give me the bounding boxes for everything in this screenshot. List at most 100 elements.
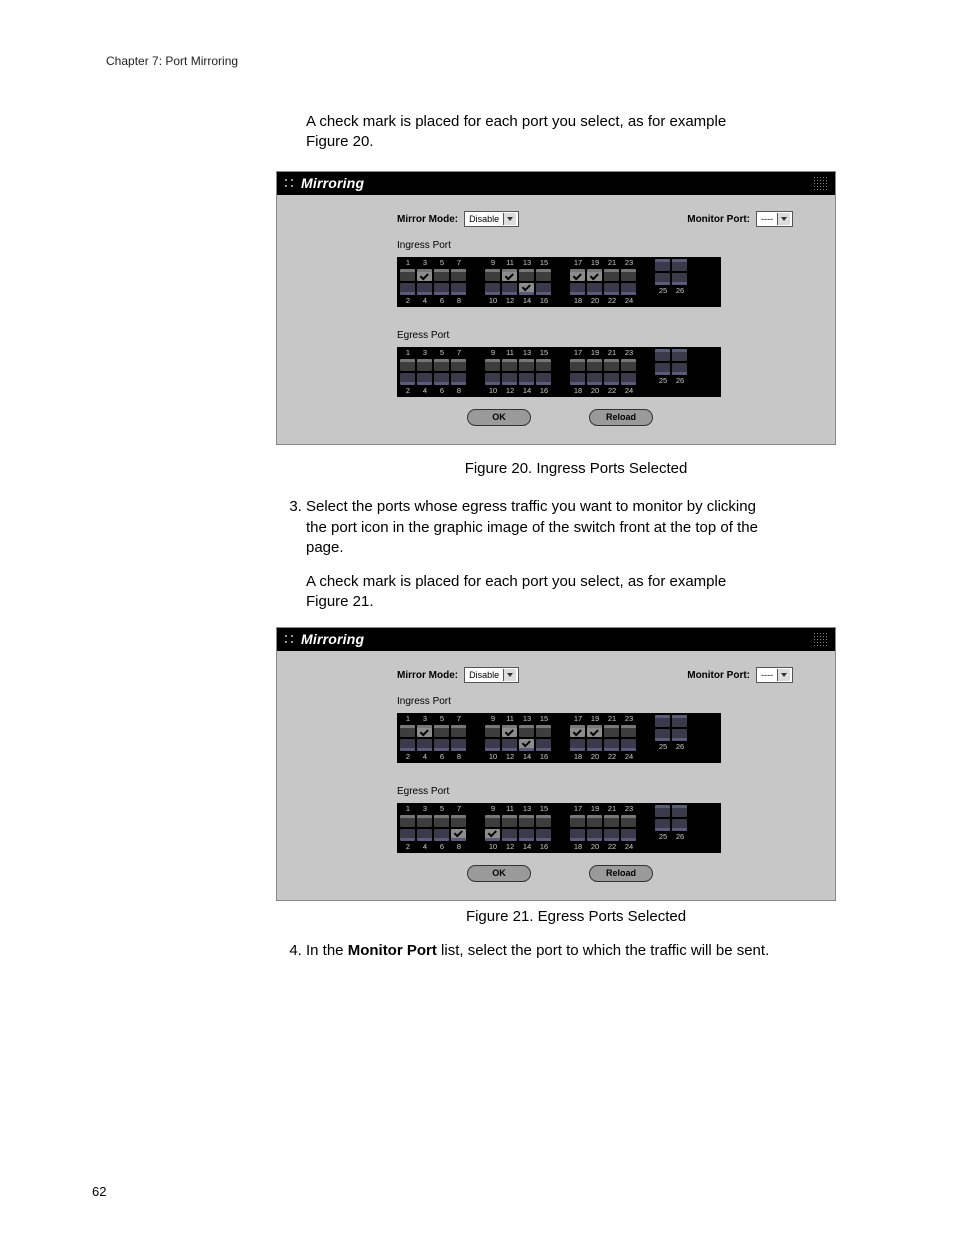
port[interactable] [519, 359, 534, 371]
port[interactable] [400, 373, 415, 385]
port-selected[interactable] [417, 725, 432, 737]
port[interactable] [417, 283, 432, 295]
port[interactable] [570, 359, 585, 371]
port[interactable] [502, 373, 517, 385]
port[interactable] [485, 373, 500, 385]
port-selected[interactable] [519, 283, 534, 295]
port[interactable] [672, 273, 687, 285]
port-selected[interactable] [570, 269, 585, 281]
port[interactable] [604, 283, 619, 295]
port[interactable] [417, 739, 432, 751]
port[interactable] [417, 373, 432, 385]
port[interactable] [502, 739, 517, 751]
port-selected[interactable] [587, 269, 602, 281]
port[interactable] [451, 283, 466, 295]
port-selected[interactable] [417, 269, 432, 281]
port[interactable] [434, 373, 449, 385]
ok-button[interactable]: OK [467, 865, 531, 882]
port[interactable] [672, 805, 687, 817]
port[interactable] [485, 815, 500, 827]
port[interactable] [536, 739, 551, 751]
port[interactable] [604, 359, 619, 371]
port[interactable] [519, 269, 534, 281]
port[interactable] [434, 725, 449, 737]
port[interactable] [451, 269, 466, 281]
port[interactable] [570, 283, 585, 295]
port[interactable] [417, 829, 432, 841]
port[interactable] [536, 829, 551, 841]
port[interactable] [502, 829, 517, 841]
port[interactable] [621, 829, 636, 841]
reload-button[interactable]: Reload [589, 865, 653, 882]
port[interactable] [451, 359, 466, 371]
port[interactable] [451, 815, 466, 827]
port[interactable] [485, 739, 500, 751]
port-selected[interactable] [519, 739, 534, 751]
port[interactable] [451, 725, 466, 737]
port[interactable] [672, 715, 687, 727]
port[interactable] [621, 269, 636, 281]
port[interactable] [604, 725, 619, 737]
port[interactable] [587, 359, 602, 371]
port[interactable] [604, 829, 619, 841]
port[interactable] [621, 725, 636, 737]
port[interactable] [417, 815, 432, 827]
port-selected[interactable] [485, 829, 500, 841]
port[interactable] [536, 283, 551, 295]
port[interactable] [570, 373, 585, 385]
port[interactable] [672, 363, 687, 375]
port[interactable] [672, 819, 687, 831]
monitor-port-select[interactable]: ---- [756, 667, 793, 683]
port[interactable] [655, 363, 670, 375]
port[interactable] [621, 815, 636, 827]
port[interactable] [536, 725, 551, 737]
port[interactable] [587, 283, 602, 295]
port[interactable] [655, 729, 670, 741]
port-selected[interactable] [502, 269, 517, 281]
port[interactable] [400, 829, 415, 841]
port[interactable] [519, 373, 534, 385]
port[interactable] [536, 269, 551, 281]
port[interactable] [655, 715, 670, 727]
port[interactable] [604, 739, 619, 751]
port[interactable] [621, 739, 636, 751]
port[interactable] [400, 815, 415, 827]
port[interactable] [400, 359, 415, 371]
port[interactable] [587, 815, 602, 827]
port[interactable] [604, 373, 619, 385]
port[interactable] [417, 359, 432, 371]
ok-button[interactable]: OK [467, 409, 531, 426]
port[interactable] [570, 829, 585, 841]
port[interactable] [502, 283, 517, 295]
port[interactable] [655, 349, 670, 361]
port[interactable] [434, 283, 449, 295]
port[interactable] [604, 815, 619, 827]
port[interactable] [655, 259, 670, 271]
port[interactable] [485, 359, 500, 371]
port[interactable] [451, 739, 466, 751]
port[interactable] [485, 283, 500, 295]
port[interactable] [400, 725, 415, 737]
port-selected[interactable] [587, 725, 602, 737]
port[interactable] [587, 829, 602, 841]
port[interactable] [434, 815, 449, 827]
port[interactable] [434, 829, 449, 841]
port-selected[interactable] [570, 725, 585, 737]
port[interactable] [502, 815, 517, 827]
port[interactable] [519, 815, 534, 827]
port[interactable] [400, 739, 415, 751]
port[interactable] [434, 359, 449, 371]
port[interactable] [655, 805, 670, 817]
port[interactable] [536, 359, 551, 371]
port[interactable] [621, 373, 636, 385]
port[interactable] [485, 269, 500, 281]
reload-button[interactable]: Reload [589, 409, 653, 426]
port[interactable] [502, 359, 517, 371]
port[interactable] [587, 739, 602, 751]
port[interactable] [672, 729, 687, 741]
port[interactable] [587, 373, 602, 385]
port[interactable] [655, 273, 670, 285]
monitor-port-select[interactable]: ---- [756, 211, 793, 227]
port[interactable] [672, 259, 687, 271]
port[interactable] [570, 739, 585, 751]
